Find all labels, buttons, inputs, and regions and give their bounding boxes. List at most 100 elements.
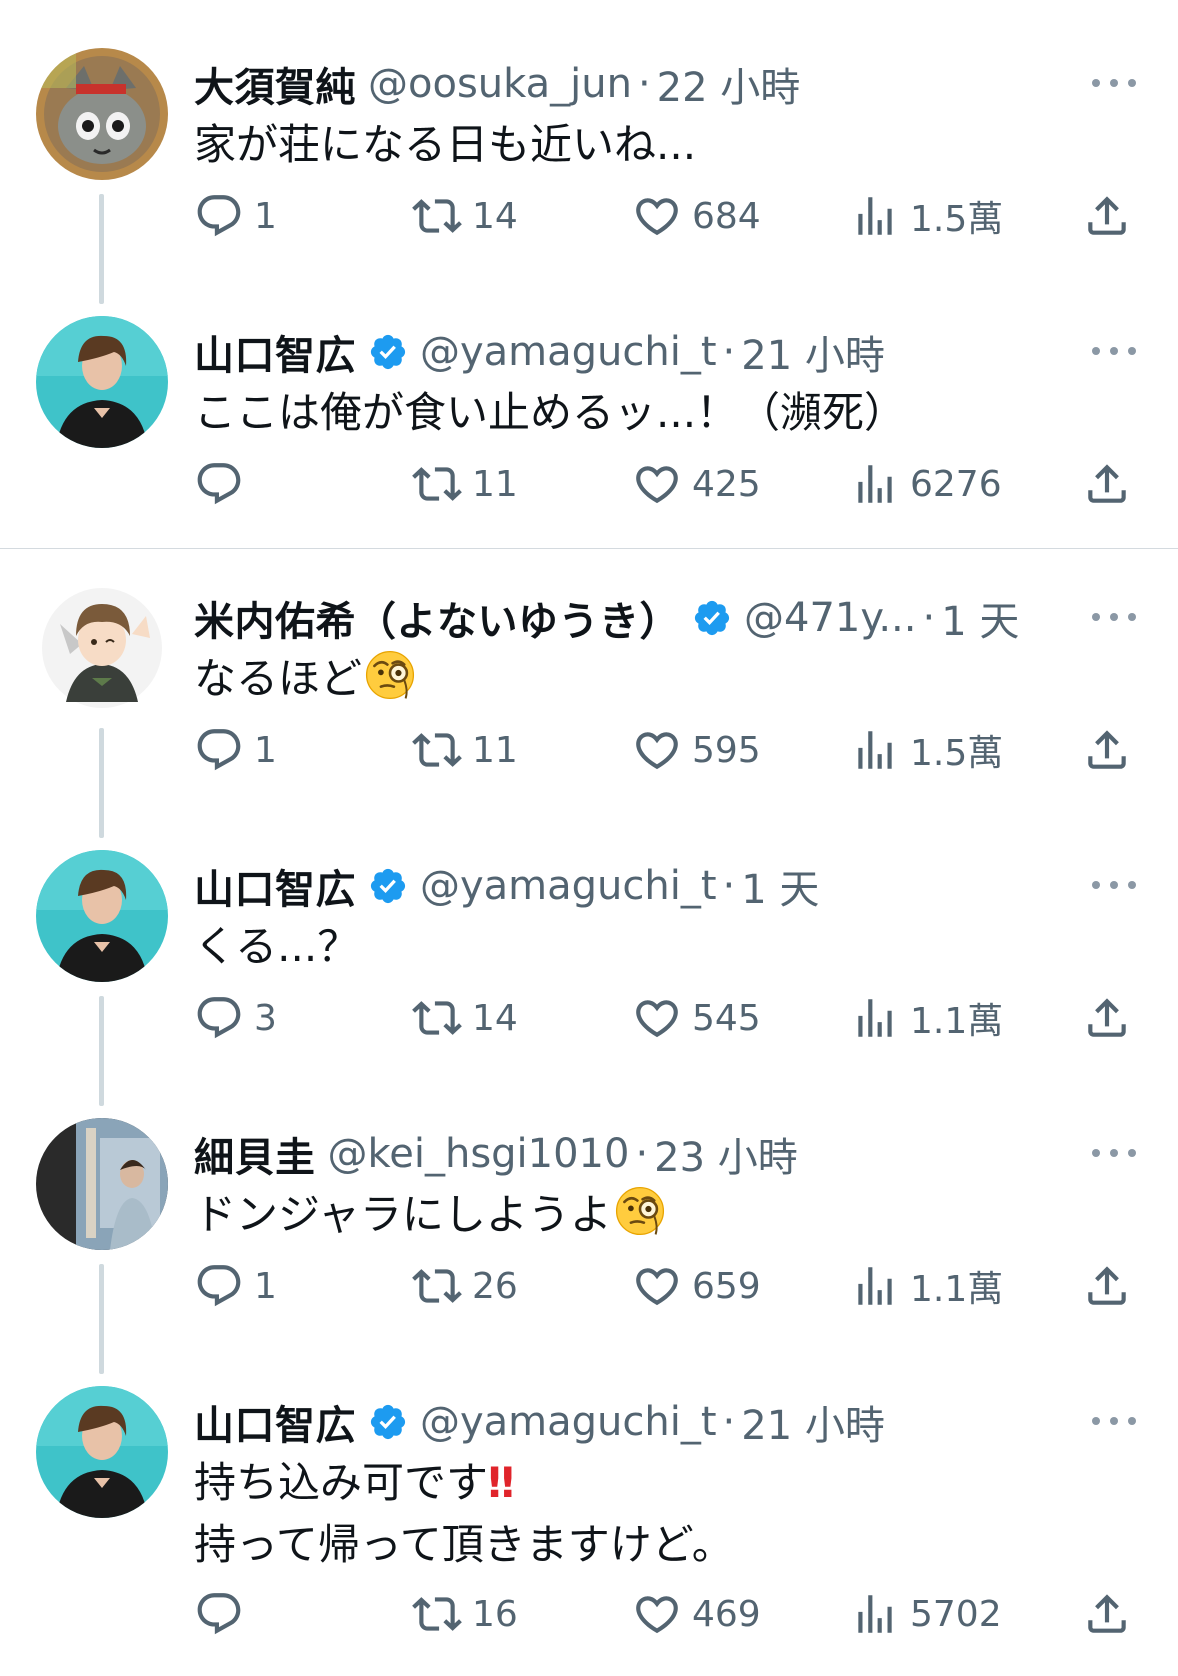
- like-button[interactable]: 684: [632, 188, 761, 244]
- views-button[interactable]: 1.1萬: [850, 1258, 1003, 1314]
- author-handle[interactable]: @oosuka_jun: [368, 61, 632, 107]
- verified-badge-icon: [692, 598, 732, 638]
- avatar[interactable]: [36, 1386, 168, 1518]
- share-button[interactable]: [1082, 1586, 1132, 1642]
- author-handle[interactable]: @yamaguchi_t: [420, 863, 717, 909]
- author-name[interactable]: 大須賀純: [194, 55, 356, 113]
- like-button[interactable]: 595: [632, 722, 761, 778]
- heart-icon: [632, 459, 682, 509]
- tweet-actions: 1 26 659 1.1萬: [194, 1258, 1154, 1314]
- avatar[interactable]: [36, 316, 168, 448]
- author-handle[interactable]: @471y...: [744, 595, 916, 641]
- views-button[interactable]: 1.5萬: [850, 722, 1003, 778]
- views-button[interactable]: 6276: [850, 456, 1002, 512]
- avatar[interactable]: [36, 48, 168, 180]
- author-name[interactable]: 山口智広: [194, 857, 356, 915]
- verified-badge-icon: [368, 866, 408, 906]
- views-chart-icon: [850, 993, 900, 1043]
- avatar[interactable]: [36, 1118, 168, 1250]
- retweet-button[interactable]: 14: [412, 188, 518, 244]
- timestamp[interactable]: 21 小時: [741, 323, 885, 381]
- author-name[interactable]: 山口智広: [194, 1393, 356, 1451]
- timestamp[interactable]: 1 天: [741, 857, 819, 915]
- retweet-button[interactable]: 11: [412, 722, 518, 778]
- more-options-icon[interactable]: [1092, 68, 1136, 98]
- reply-count: 3: [254, 997, 277, 1039]
- reply-button[interactable]: [194, 456, 254, 512]
- timestamp[interactable]: 21 小時: [741, 1393, 885, 1451]
- reply-count: 1: [254, 729, 277, 771]
- avatar[interactable]: [36, 850, 168, 982]
- retweet-count: 14: [472, 195, 518, 237]
- reply-button[interactable]: 3: [194, 990, 277, 1046]
- tweet-text: 持ち込み可です‼ 持って帰って頂きますけど。: [194, 1458, 734, 1569]
- view-count: 1.5萬: [910, 199, 1004, 240]
- share-icon: [1082, 725, 1132, 775]
- timestamp[interactable]: 23 小時: [654, 1125, 798, 1183]
- share-icon: [1082, 1589, 1132, 1639]
- share-button[interactable]: [1082, 188, 1132, 244]
- like-count: 595: [692, 729, 761, 771]
- like-button[interactable]: 425: [632, 456, 761, 512]
- views-button[interactable]: 1.5萬: [850, 188, 1003, 244]
- reply-icon: [194, 459, 244, 509]
- author-name[interactable]: 細貝圭: [194, 1125, 316, 1183]
- view-count: 1.5萬: [910, 733, 1004, 774]
- timestamp[interactable]: 1 天: [941, 589, 1019, 647]
- tweet-text: ここは俺が食い止めるッ...！（瀕死）: [194, 388, 907, 437]
- more-options-icon[interactable]: [1092, 1138, 1136, 1168]
- retweet-button[interactable]: 14: [412, 990, 518, 1046]
- share-button[interactable]: [1082, 456, 1132, 512]
- heart-icon: [632, 725, 682, 775]
- retweet-count: 14: [472, 997, 518, 1039]
- views-chart-icon: [850, 1261, 900, 1311]
- share-icon: [1082, 191, 1132, 241]
- author-name[interactable]: 山口智広: [194, 323, 356, 381]
- like-count: 425: [692, 463, 761, 505]
- reply-button[interactable]: 1: [194, 722, 277, 778]
- more-options-icon[interactable]: [1092, 336, 1136, 366]
- share-icon: [1082, 459, 1132, 509]
- retweet-count: 11: [472, 729, 518, 771]
- retweet-count: 16: [472, 1593, 518, 1635]
- face-with-monocle-icon: [364, 649, 416, 701]
- like-button[interactable]: 659: [632, 1258, 761, 1314]
- tweet-actions: 11 425 6276: [194, 456, 1154, 512]
- author-handle[interactable]: @kei_hsgi1010: [328, 1131, 630, 1177]
- timestamp[interactable]: 22 小時: [657, 55, 801, 113]
- views-button[interactable]: 5702: [850, 1586, 1002, 1642]
- share-button[interactable]: [1082, 1258, 1132, 1314]
- more-options-icon[interactable]: [1092, 870, 1136, 900]
- share-button[interactable]: [1082, 990, 1132, 1046]
- reply-button[interactable]: 1: [194, 1258, 277, 1314]
- author-handle[interactable]: @yamaguchi_t: [420, 1399, 717, 1445]
- tweet-text: くる...？: [194, 922, 360, 971]
- reply-button[interactable]: [194, 1586, 254, 1642]
- view-count: 5702: [910, 1593, 1002, 1635]
- avatar[interactable]: [36, 582, 168, 714]
- views-chart-icon: [850, 191, 900, 241]
- like-button[interactable]: 469: [632, 1586, 761, 1642]
- tweet-actions: 3 14 545 1.1萬: [194, 990, 1154, 1046]
- more-options-icon[interactable]: [1092, 1406, 1136, 1436]
- double-exclamation-mark: ‼: [488, 1458, 514, 1507]
- like-button[interactable]: 545: [632, 990, 761, 1046]
- reply-button[interactable]: 1: [194, 188, 277, 244]
- more-options-icon[interactable]: [1092, 602, 1136, 632]
- retweet-button[interactable]: 16: [412, 1586, 518, 1642]
- author-name[interactable]: 米内佑希（よないゆうき）: [194, 589, 680, 647]
- retweet-button[interactable]: 11: [412, 456, 518, 512]
- retweet-icon: [412, 1589, 462, 1639]
- views-button[interactable]: 1.1萬: [850, 990, 1003, 1046]
- separator-dot: ·: [722, 1399, 736, 1445]
- face-with-monocle-icon: [614, 1185, 666, 1237]
- retweet-icon: [412, 725, 462, 775]
- thread-connector: [99, 194, 104, 304]
- author-handle[interactable]: @yamaguchi_t: [420, 329, 717, 375]
- reply-count: 1: [254, 1265, 277, 1307]
- share-button[interactable]: [1082, 722, 1132, 778]
- reply-icon: [194, 725, 244, 775]
- retweet-button[interactable]: 26: [412, 1258, 518, 1314]
- separator-dot: ·: [722, 863, 736, 909]
- reply-count: 1: [254, 195, 277, 237]
